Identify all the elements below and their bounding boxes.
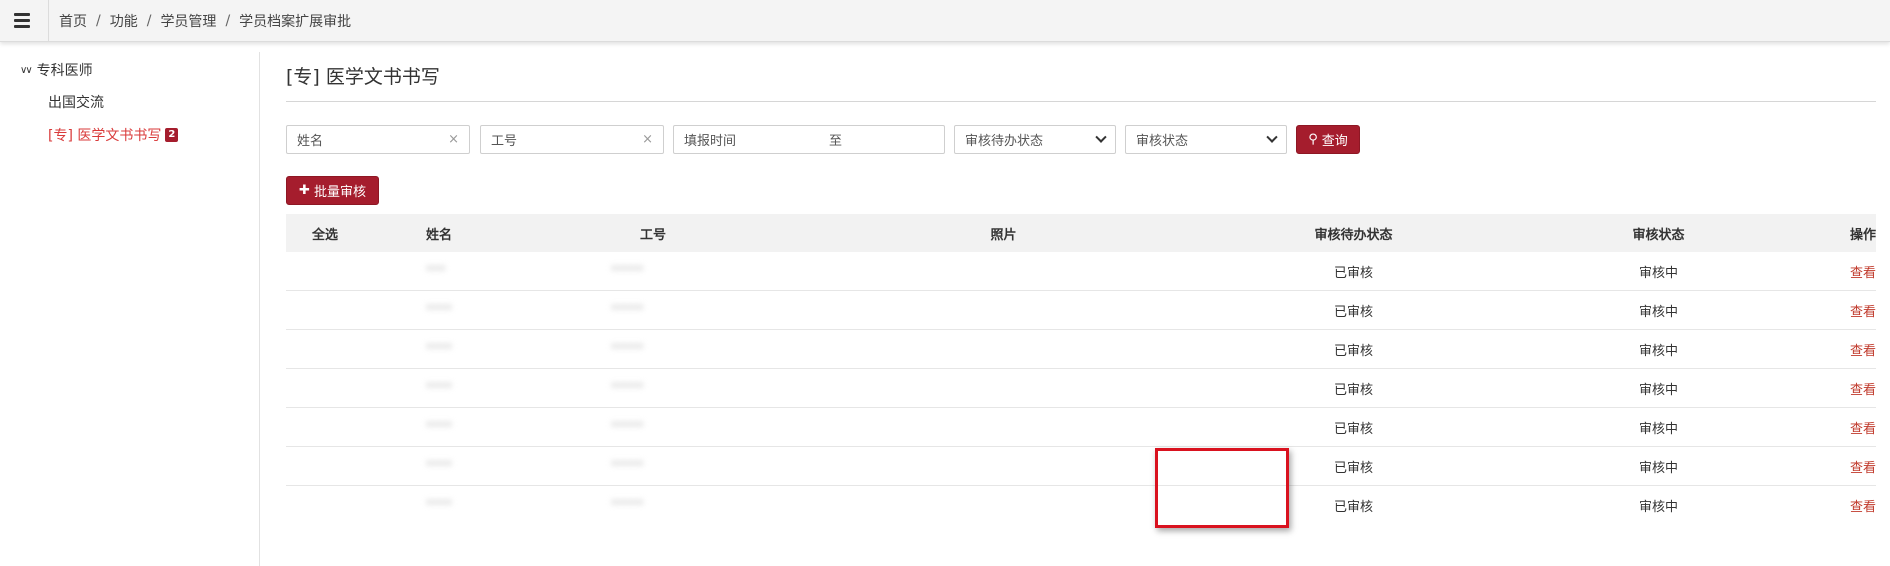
date-placeholder: 填报时间 bbox=[684, 134, 737, 149]
id-cell: ***** bbox=[611, 380, 644, 396]
batch-audit-label: 批量审核 bbox=[313, 185, 366, 200]
view-link[interactable]: 查看 bbox=[1796, 379, 1876, 398]
breadcrumb-current: 学员档案扩展审批 bbox=[239, 13, 352, 30]
batch-audit-button[interactable]: ✚ 批量审核 bbox=[286, 176, 379, 205]
name-placeholder: 姓名 bbox=[297, 134, 324, 149]
pending-status-cell: 已审核 bbox=[1333, 421, 1373, 437]
view-link[interactable]: 查看 bbox=[1796, 301, 1876, 320]
divider bbox=[48, 0, 49, 42]
name-header: 姓名 bbox=[426, 227, 453, 243]
pending-status-cell: 已审核 bbox=[1333, 343, 1373, 359]
title-divider bbox=[286, 101, 1876, 102]
audit-status-cell: 审核中 bbox=[1638, 460, 1678, 476]
breadcrumb-separator: / bbox=[146, 12, 152, 29]
name-cell: **** bbox=[426, 458, 452, 474]
id-cell: ***** bbox=[611, 458, 644, 474]
table-row: **** ***** 已审核 审核中 查看 bbox=[286, 447, 1876, 486]
table-row: **** ***** 已审核 审核中 查看 bbox=[286, 330, 1876, 369]
pending-status-cell: 已审核 bbox=[1333, 265, 1373, 281]
select-all-header[interactable]: 全选 bbox=[286, 224, 401, 243]
name-cell: *** bbox=[426, 263, 446, 279]
id-input[interactable]: 工号 × bbox=[480, 125, 664, 154]
sidebar: ∨∨ 专科医师 出国交流 [专] 医学文书书写 2 bbox=[8, 52, 260, 566]
photo-header: 照片 bbox=[990, 227, 1017, 243]
breadcrumb-separator: / bbox=[225, 12, 231, 29]
sidebar-item-medical-writing[interactable]: [专] 医学文书书写 2 bbox=[48, 125, 179, 145]
records-table: 全选 姓名 工号 照片 审核待办状态 审核状态 操作 *** ***** 已审核… bbox=[286, 214, 1876, 525]
table-row: *** ***** 已审核 审核中 查看 bbox=[286, 252, 1876, 291]
table-row: **** ***** 已审核 审核中 查看 bbox=[286, 486, 1876, 525]
breadcrumb: 首页 / 功能 / 学员管理 / 学员档案扩展审批 bbox=[59, 11, 351, 31]
name-cell: **** bbox=[426, 419, 452, 435]
pending-status-cell: 已审核 bbox=[1333, 500, 1373, 515]
id-cell: ***** bbox=[611, 263, 644, 279]
query-button[interactable]: ⚲ 查询 bbox=[1296, 125, 1360, 154]
audit-status-select[interactable]: 审核状态 bbox=[1125, 125, 1287, 154]
table-header: 全选 姓名 工号 照片 审核待办状态 审核状态 操作 bbox=[286, 214, 1876, 252]
name-cell: **** bbox=[426, 302, 452, 318]
view-link[interactable]: 查看 bbox=[1796, 340, 1876, 359]
id-header: 工号 bbox=[640, 227, 667, 243]
sidebar-item-label: 出国交流 bbox=[48, 95, 104, 111]
name-cell: **** bbox=[426, 380, 452, 396]
breadcrumb-student-management[interactable]: 学员管理 bbox=[160, 11, 216, 31]
sidebar-item-label: [专] 医学文书书写 bbox=[48, 128, 162, 144]
id-cell: ***** bbox=[611, 341, 644, 357]
sidebar-item-exchange[interactable]: 出国交流 bbox=[48, 92, 104, 112]
view-link[interactable]: 查看 bbox=[1796, 496, 1876, 515]
chevron-down-icon bbox=[1266, 131, 1278, 143]
date-range-input[interactable]: 填报时间 至 bbox=[673, 125, 945, 154]
chevron-down-icon bbox=[1095, 131, 1107, 143]
date-to-label: 至 bbox=[829, 134, 843, 149]
action-header: 操作 bbox=[1849, 227, 1876, 243]
sidebar-group-label: 专科医师 bbox=[36, 63, 93, 79]
name-cell: **** bbox=[426, 498, 452, 513]
id-cell: ***** bbox=[611, 419, 644, 435]
pending-status-header: 审核待办状态 bbox=[1314, 227, 1393, 243]
top-bar: 首页 / 功能 / 学员管理 / 学员档案扩展审批 bbox=[0, 0, 1890, 42]
id-placeholder: 工号 bbox=[491, 134, 518, 149]
id-cell: ***** bbox=[611, 498, 644, 513]
table-row: **** ***** 已审核 审核中 查看 bbox=[286, 408, 1876, 447]
audit-status-value: 审核状态 bbox=[1136, 134, 1189, 149]
plus-icon: ✚ bbox=[299, 183, 310, 198]
audit-status-cell: 审核中 bbox=[1638, 500, 1678, 515]
audit-status-cell: 审核中 bbox=[1638, 421, 1678, 437]
pending-status-value: 审核待办状态 bbox=[965, 134, 1044, 149]
view-link[interactable]: 查看 bbox=[1796, 457, 1876, 476]
double-chevron-down-icon: ∨∨ bbox=[20, 64, 33, 76]
search-icon: ⚲ bbox=[1308, 132, 1318, 147]
table-row: **** ***** 已审核 审核中 查看 bbox=[286, 369, 1876, 408]
audit-status-cell: 审核中 bbox=[1638, 382, 1678, 398]
sidebar-group-specialist[interactable]: ∨∨ 专科医师 bbox=[20, 60, 93, 80]
clear-icon[interactable]: × bbox=[642, 132, 653, 147]
audit-status-header: 审核状态 bbox=[1632, 227, 1685, 243]
view-link[interactable]: 查看 bbox=[1796, 262, 1876, 281]
view-link[interactable]: 查看 bbox=[1796, 418, 1876, 437]
count-badge: 2 bbox=[165, 128, 179, 142]
table-row: **** ***** 已审核 审核中 查看 bbox=[286, 291, 1876, 330]
name-cell: **** bbox=[426, 341, 452, 357]
pending-status-cell: 已审核 bbox=[1333, 460, 1373, 476]
clear-icon[interactable]: × bbox=[448, 132, 459, 147]
pending-status-select[interactable]: 审核待办状态 bbox=[954, 125, 1116, 154]
id-cell: ***** bbox=[611, 302, 644, 318]
breadcrumb-separator: / bbox=[96, 12, 101, 29]
hamburger-icon[interactable] bbox=[6, 5, 38, 37]
audit-status-cell: 审核中 bbox=[1638, 265, 1678, 281]
breadcrumb-home[interactable]: 首页 bbox=[59, 11, 87, 31]
pending-status-cell: 已审核 bbox=[1333, 304, 1373, 320]
breadcrumb-function[interactable]: 功能 bbox=[110, 11, 138, 31]
main-content: [专] 医学文书书写 姓名 × 工号 × 填报时间 至 审核待办状态 审核状态 … bbox=[286, 52, 1876, 566]
audit-status-cell: 审核中 bbox=[1638, 343, 1678, 359]
page-title: [专] 医学文书书写 bbox=[286, 66, 440, 88]
audit-status-cell: 审核中 bbox=[1638, 304, 1678, 320]
query-label: 查询 bbox=[1321, 134, 1348, 149]
pending-status-cell: 已审核 bbox=[1333, 382, 1373, 398]
name-input[interactable]: 姓名 × bbox=[286, 125, 470, 154]
